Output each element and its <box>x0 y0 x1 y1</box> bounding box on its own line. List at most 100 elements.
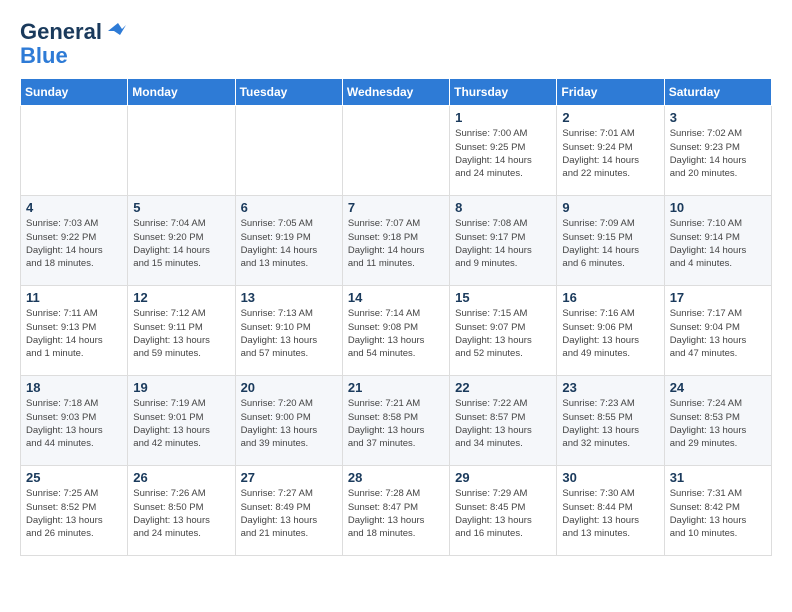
calendar-cell: 15 Sunrise: 7:15 AM Sunset: 9:07 PM Dayli… <box>450 286 557 376</box>
calendar-cell: 26 Sunrise: 7:26 AM Sunset: 8:50 PM Dayli… <box>128 466 235 556</box>
calendar-cell: 4 Sunrise: 7:03 AM Sunset: 9:22 PM Daylig… <box>21 196 128 286</box>
calendar-cell <box>21 106 128 196</box>
day-info: Sunrise: 7:02 AM Sunset: 9:23 PM Dayligh… <box>670 127 766 180</box>
day-number: 27 <box>241 470 337 485</box>
day-info: Sunrise: 7:29 AM Sunset: 8:45 PM Dayligh… <box>455 487 551 540</box>
day-number: 3 <box>670 110 766 125</box>
day-number: 20 <box>241 380 337 395</box>
logo-blue: Blue <box>20 44 68 68</box>
calendar-cell: 1 Sunrise: 7:00 AM Sunset: 9:25 PM Daylig… <box>450 106 557 196</box>
calendar-cell: 21Sunrise: 7:21 AM Sunset: 8:58 PM Dayli… <box>342 376 449 466</box>
calendar-cell: 28Sunrise: 7:28 AM Sunset: 8:47 PM Dayli… <box>342 466 449 556</box>
calendar-cell: 17 Sunrise: 7:17 AM Sunset: 9:04 PM Dayli… <box>664 286 771 376</box>
calendar-cell: 31Sunrise: 7:31 AM Sunset: 8:42 PM Dayli… <box>664 466 771 556</box>
day-info: Sunrise: 7:20 AM Sunset: 9:00 PM Dayligh… <box>241 397 337 450</box>
day-number: 21 <box>348 380 444 395</box>
calendar-cell: 9 Sunrise: 7:09 AM Sunset: 9:15 PM Daylig… <box>557 196 664 286</box>
day-number: 26 <box>133 470 229 485</box>
calendar-week-1: 1 Sunrise: 7:00 AM Sunset: 9:25 PM Daylig… <box>21 106 772 196</box>
day-number: 7 <box>348 200 444 215</box>
col-header-tuesday: Tuesday <box>235 79 342 106</box>
col-header-sunday: Sunday <box>21 79 128 106</box>
calendar-week-4: 18 Sunrise: 7:18 AM Sunset: 9:03 PM Dayli… <box>21 376 772 466</box>
day-number: 2 <box>562 110 658 125</box>
day-number: 29 <box>455 470 551 485</box>
day-info: Sunrise: 7:15 AM Sunset: 9:07 PM Dayligh… <box>455 307 551 360</box>
calendar-cell: 27Sunrise: 7:27 AM Sunset: 8:49 PM Dayli… <box>235 466 342 556</box>
calendar-cell: 22 Sunrise: 7:22 AM Sunset: 8:57 PM Dayli… <box>450 376 557 466</box>
logo: General Blue <box>20 20 126 68</box>
day-info: Sunrise: 7:00 AM Sunset: 9:25 PM Dayligh… <box>455 127 551 180</box>
col-header-friday: Friday <box>557 79 664 106</box>
day-info: Sunrise: 7:24 AM Sunset: 8:53 PM Dayligh… <box>670 397 766 450</box>
calendar-cell: 30Sunrise: 7:30 AM Sunset: 8:44 PM Dayli… <box>557 466 664 556</box>
calendar-cell: 3 Sunrise: 7:02 AM Sunset: 9:23 PM Daylig… <box>664 106 771 196</box>
calendar-cell: 8Sunrise: 7:08 AM Sunset: 9:17 PM Daylig… <box>450 196 557 286</box>
col-header-thursday: Thursday <box>450 79 557 106</box>
day-number: 18 <box>26 380 122 395</box>
day-number: 14 <box>348 290 444 305</box>
calendar-cell: 13 Sunrise: 7:13 AM Sunset: 9:10 PM Dayli… <box>235 286 342 376</box>
calendar-cell: 5Sunrise: 7:04 AM Sunset: 9:20 PM Daylig… <box>128 196 235 286</box>
calendar-cell: 7 Sunrise: 7:07 AM Sunset: 9:18 PM Daylig… <box>342 196 449 286</box>
calendar-week-3: 11 Sunrise: 7:11 AM Sunset: 9:13 PM Dayli… <box>21 286 772 376</box>
day-info: Sunrise: 7:28 AM Sunset: 8:47 PM Dayligh… <box>348 487 444 540</box>
day-info: Sunrise: 7:17 AM Sunset: 9:04 PM Dayligh… <box>670 307 766 360</box>
day-info: Sunrise: 7:11 AM Sunset: 9:13 PM Dayligh… <box>26 307 122 360</box>
day-number: 8 <box>455 200 551 215</box>
day-number: 4 <box>26 200 122 215</box>
col-header-monday: Monday <box>128 79 235 106</box>
day-info: Sunrise: 7:25 AM Sunset: 8:52 PM Dayligh… <box>26 487 122 540</box>
col-header-wednesday: Wednesday <box>342 79 449 106</box>
day-number: 16 <box>562 290 658 305</box>
page-header: General Blue <box>20 20 772 68</box>
day-info: Sunrise: 7:22 AM Sunset: 8:57 PM Dayligh… <box>455 397 551 450</box>
day-number: 11 <box>26 290 122 305</box>
calendar-cell: 29 Sunrise: 7:29 AM Sunset: 8:45 PM Dayli… <box>450 466 557 556</box>
day-info: Sunrise: 7:12 AM Sunset: 9:11 PM Dayligh… <box>133 307 229 360</box>
calendar-cell: 12 Sunrise: 7:12 AM Sunset: 9:11 PM Dayli… <box>128 286 235 376</box>
day-number: 30 <box>562 470 658 485</box>
day-info: Sunrise: 7:13 AM Sunset: 9:10 PM Dayligh… <box>241 307 337 360</box>
calendar-cell: 18 Sunrise: 7:18 AM Sunset: 9:03 PM Dayli… <box>21 376 128 466</box>
calendar-cell: 23Sunrise: 7:23 AM Sunset: 8:55 PM Dayli… <box>557 376 664 466</box>
calendar-cell <box>128 106 235 196</box>
day-number: 12 <box>133 290 229 305</box>
day-number: 9 <box>562 200 658 215</box>
calendar-cell: 10 Sunrise: 7:10 AM Sunset: 9:14 PM Dayli… <box>664 196 771 286</box>
day-info: Sunrise: 7:07 AM Sunset: 9:18 PM Dayligh… <box>348 217 444 270</box>
logo-bird-icon <box>104 21 126 41</box>
calendar-cell: 14 Sunrise: 7:14 AM Sunset: 9:08 PM Dayli… <box>342 286 449 376</box>
day-info: Sunrise: 7:03 AM Sunset: 9:22 PM Dayligh… <box>26 217 122 270</box>
calendar-cell: 11 Sunrise: 7:11 AM Sunset: 9:13 PM Dayli… <box>21 286 128 376</box>
day-info: Sunrise: 7:19 AM Sunset: 9:01 PM Dayligh… <box>133 397 229 450</box>
day-number: 10 <box>670 200 766 215</box>
day-number: 24 <box>670 380 766 395</box>
day-number: 1 <box>455 110 551 125</box>
calendar-cell <box>342 106 449 196</box>
day-number: 17 <box>670 290 766 305</box>
calendar-week-2: 4 Sunrise: 7:03 AM Sunset: 9:22 PM Daylig… <box>21 196 772 286</box>
day-number: 23 <box>562 380 658 395</box>
day-info: Sunrise: 7:14 AM Sunset: 9:08 PM Dayligh… <box>348 307 444 360</box>
day-info: Sunrise: 7:18 AM Sunset: 9:03 PM Dayligh… <box>26 397 122 450</box>
day-info: Sunrise: 7:01 AM Sunset: 9:24 PM Dayligh… <box>562 127 658 180</box>
calendar-cell: 20 Sunrise: 7:20 AM Sunset: 9:00 PM Dayli… <box>235 376 342 466</box>
day-number: 19 <box>133 380 229 395</box>
calendar-cell: 16Sunrise: 7:16 AM Sunset: 9:06 PM Dayli… <box>557 286 664 376</box>
day-number: 6 <box>241 200 337 215</box>
day-number: 15 <box>455 290 551 305</box>
day-info: Sunrise: 7:04 AM Sunset: 9:20 PM Dayligh… <box>133 217 229 270</box>
calendar-cell: 19 Sunrise: 7:19 AM Sunset: 9:01 PM Dayli… <box>128 376 235 466</box>
day-number: 22 <box>455 380 551 395</box>
day-info: Sunrise: 7:10 AM Sunset: 9:14 PM Dayligh… <box>670 217 766 270</box>
day-info: Sunrise: 7:26 AM Sunset: 8:50 PM Dayligh… <box>133 487 229 540</box>
calendar-cell: 2 Sunrise: 7:01 AM Sunset: 9:24 PM Daylig… <box>557 106 664 196</box>
day-info: Sunrise: 7:05 AM Sunset: 9:19 PM Dayligh… <box>241 217 337 270</box>
day-info: Sunrise: 7:09 AM Sunset: 9:15 PM Dayligh… <box>562 217 658 270</box>
calendar-cell: 25Sunrise: 7:25 AM Sunset: 8:52 PM Dayli… <box>21 466 128 556</box>
calendar-week-5: 25Sunrise: 7:25 AM Sunset: 8:52 PM Dayli… <box>21 466 772 556</box>
calendar-cell <box>235 106 342 196</box>
day-number: 13 <box>241 290 337 305</box>
col-header-saturday: Saturday <box>664 79 771 106</box>
